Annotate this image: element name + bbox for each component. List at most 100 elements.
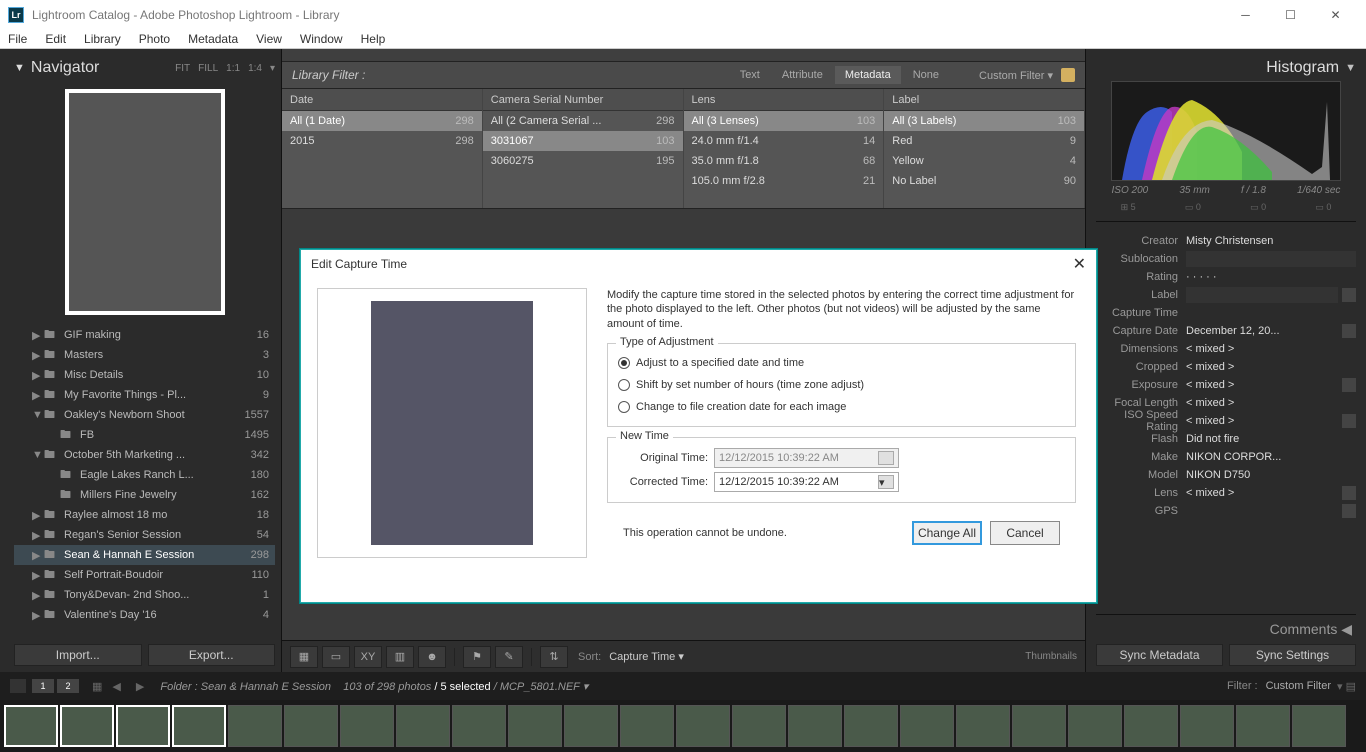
calendar-dropdown-icon[interactable]: ▾: [878, 475, 894, 489]
metadata-field[interactable]: Sublocation: [1096, 250, 1356, 268]
folder-row[interactable]: ▶🖿My Favorite Things - Pl...9: [14, 385, 275, 405]
filter-tab-metadata[interactable]: Metadata: [835, 66, 901, 84]
filmstrip-thumbnail[interactable]: [788, 705, 842, 747]
filmstrip-thumbnail[interactable]: [1124, 705, 1178, 747]
radio-file-creation[interactable]: Change to file creation date for each im…: [618, 396, 1065, 418]
filmstrip-thumbnail[interactable]: [228, 705, 282, 747]
folder-row[interactable]: ▼🖿October 5th Marketing ...342: [14, 445, 275, 465]
histogram-toggle-icon[interactable]: ▼: [1345, 62, 1356, 74]
folder-row[interactable]: ▶🖿Tony&Devan- 2nd Shoo...1: [14, 585, 275, 605]
metadata-column-header[interactable]: Camera Serial Number: [483, 89, 683, 111]
filmstrip-thumbnail[interactable]: [844, 705, 898, 747]
folder-row[interactable]: ▶🖿Self Portrait-Boudoir110: [14, 565, 275, 585]
metadata-row[interactable]: 3060275195: [483, 151, 683, 171]
filmstrip-thumbnail[interactable]: [1180, 705, 1234, 747]
metadata-row[interactable]: All (3 Labels)103: [884, 111, 1084, 131]
filmstrip-thumbnail[interactable]: [732, 705, 786, 747]
filmstrip-thumbnail[interactable]: [4, 705, 58, 747]
filmstrip-thumbnail[interactable]: [60, 705, 114, 747]
layout-2-button[interactable]: 2: [57, 679, 79, 693]
close-window-button[interactable]: ✕: [1313, 0, 1358, 29]
custom-filter-dropdown[interactable]: Custom Filter ▾: [979, 69, 1053, 82]
navigator-preview[interactable]: [65, 89, 225, 315]
nav-mode-11[interactable]: 1:1: [226, 63, 240, 74]
metadata-column-header[interactable]: Lens: [684, 89, 884, 111]
folder-row[interactable]: ▶🖿Misc Details10: [14, 365, 275, 385]
loupe-view-button[interactable]: ▭: [322, 646, 350, 668]
metadata-row[interactable]: 3031067103: [483, 131, 683, 151]
import-button[interactable]: Import...: [14, 644, 142, 666]
close-icon[interactable]: ✕: [1073, 254, 1086, 274]
metadata-column-header[interactable]: Label: [884, 89, 1084, 111]
menu-photo[interactable]: Photo: [139, 32, 170, 46]
filmstrip-thumbnail[interactable]: [452, 705, 506, 747]
screen-icon[interactable]: [10, 679, 26, 693]
filmstrip-thumbnail[interactable]: [508, 705, 562, 747]
change-all-button[interactable]: Change All: [912, 521, 982, 545]
radio-specified-date[interactable]: Adjust to a specified date and time: [618, 352, 1065, 374]
nav-mode-fit[interactable]: FIT: [175, 63, 190, 74]
folder-row[interactable]: 🖿Millers Fine Jewelry162: [14, 485, 275, 505]
menu-library[interactable]: Library: [84, 32, 121, 46]
layout-1-button[interactable]: 1: [32, 679, 54, 693]
metadata-row[interactable]: 24.0 mm f/1.414: [684, 131, 884, 151]
export-button[interactable]: Export...: [148, 644, 276, 666]
filter-tab-none[interactable]: None: [903, 66, 949, 84]
menu-edit[interactable]: Edit: [45, 32, 66, 46]
sort-dropdown[interactable]: Capture Time ▾: [609, 650, 684, 663]
metadata-row[interactable]: Yellow4: [884, 151, 1084, 171]
nav-mode-fill[interactable]: FILL: [198, 63, 218, 74]
histogram-display[interactable]: [1111, 81, 1341, 181]
folder-row[interactable]: ▼🖿Oakley's Newborn Shoot1557: [14, 405, 275, 425]
metadata-row[interactable]: All (1 Date)298: [282, 111, 482, 131]
filmstrip-thumbnail[interactable]: [116, 705, 170, 747]
breadcrumb[interactable]: Folder : Sean & Hannah E Session 103 of …: [160, 680, 588, 693]
nav-mode-14[interactable]: 1:4: [248, 63, 262, 74]
flag-button[interactable]: ⚑: [463, 646, 491, 668]
filmstrip-thumbnail[interactable]: [172, 705, 226, 747]
filmstrip-thumbnail[interactable]: [284, 705, 338, 747]
minimize-button[interactable]: ─: [1223, 0, 1268, 29]
filter-tab-text[interactable]: Text: [730, 66, 770, 84]
sync-settings-button[interactable]: Sync Settings: [1229, 644, 1356, 666]
metadata-row[interactable]: Red9: [884, 131, 1084, 151]
filmstrip-thumbnail[interactable]: [676, 705, 730, 747]
filmstrip-thumbnail[interactable]: [1292, 705, 1346, 747]
survey-view-button[interactable]: ▥: [386, 646, 414, 668]
field-action-icon[interactable]: [1342, 288, 1356, 302]
folder-row[interactable]: ▶🖿Regan's Senior Session54: [14, 525, 275, 545]
thumbnail-size-slider[interactable]: Thumbnails: [1025, 651, 1077, 662]
metadata-row[interactable]: All (3 Lenses)103: [684, 111, 884, 131]
maximize-button[interactable]: ☐: [1268, 0, 1313, 29]
corrected-time-input[interactable]: 12/12/2015 10:39:22 AM ▾: [714, 472, 899, 492]
grid-icon[interactable]: ▦: [92, 680, 102, 693]
folder-row[interactable]: 🖿Eagle Lakes Ranch L...180: [14, 465, 275, 485]
nav-arrows[interactable]: ◀ ▶: [112, 680, 150, 693]
metadata-row[interactable]: 105.0 mm f/2.821: [684, 171, 884, 191]
filmstrip-thumbnail[interactable]: [340, 705, 394, 747]
filmstrip-thumbnail[interactable]: [1236, 705, 1290, 747]
field-action-icon[interactable]: [1342, 324, 1356, 338]
filmstrip-thumbnail[interactable]: [564, 705, 618, 747]
metadata-row[interactable]: All (2 Camera Serial ...298: [483, 111, 683, 131]
radio-shift-hours[interactable]: Shift by set number of hours (time zone …: [618, 374, 1065, 396]
folder-row[interactable]: ▶🖿Sean & Hannah E Session298: [14, 545, 275, 565]
folder-row[interactable]: ▶🖿Masters3: [14, 345, 275, 365]
comments-panel-header[interactable]: Comments ◀: [1096, 614, 1356, 644]
folder-row[interactable]: 🖿FB1495: [14, 425, 275, 445]
menu-window[interactable]: Window: [300, 32, 343, 46]
compare-view-button[interactable]: XY: [354, 646, 382, 668]
menu-file[interactable]: File: [8, 32, 27, 46]
filmstrip-thumbnail[interactable]: [396, 705, 450, 747]
filmstrip[interactable]: [0, 700, 1366, 752]
navigator-toggle-icon[interactable]: ▼: [14, 62, 25, 74]
field-action-icon[interactable]: [1342, 414, 1356, 428]
menu-help[interactable]: Help: [361, 32, 386, 46]
filmstrip-thumbnail[interactable]: [1068, 705, 1122, 747]
field-action-icon[interactable]: [1342, 486, 1356, 500]
sort-direction-button[interactable]: ⇅: [540, 646, 568, 668]
nav-mode-menu-icon[interactable]: ▾: [270, 63, 275, 74]
metadata-row[interactable]: 2015298: [282, 131, 482, 151]
painter-button[interactable]: ✎: [495, 646, 523, 668]
field-action-icon[interactable]: [1342, 504, 1356, 518]
